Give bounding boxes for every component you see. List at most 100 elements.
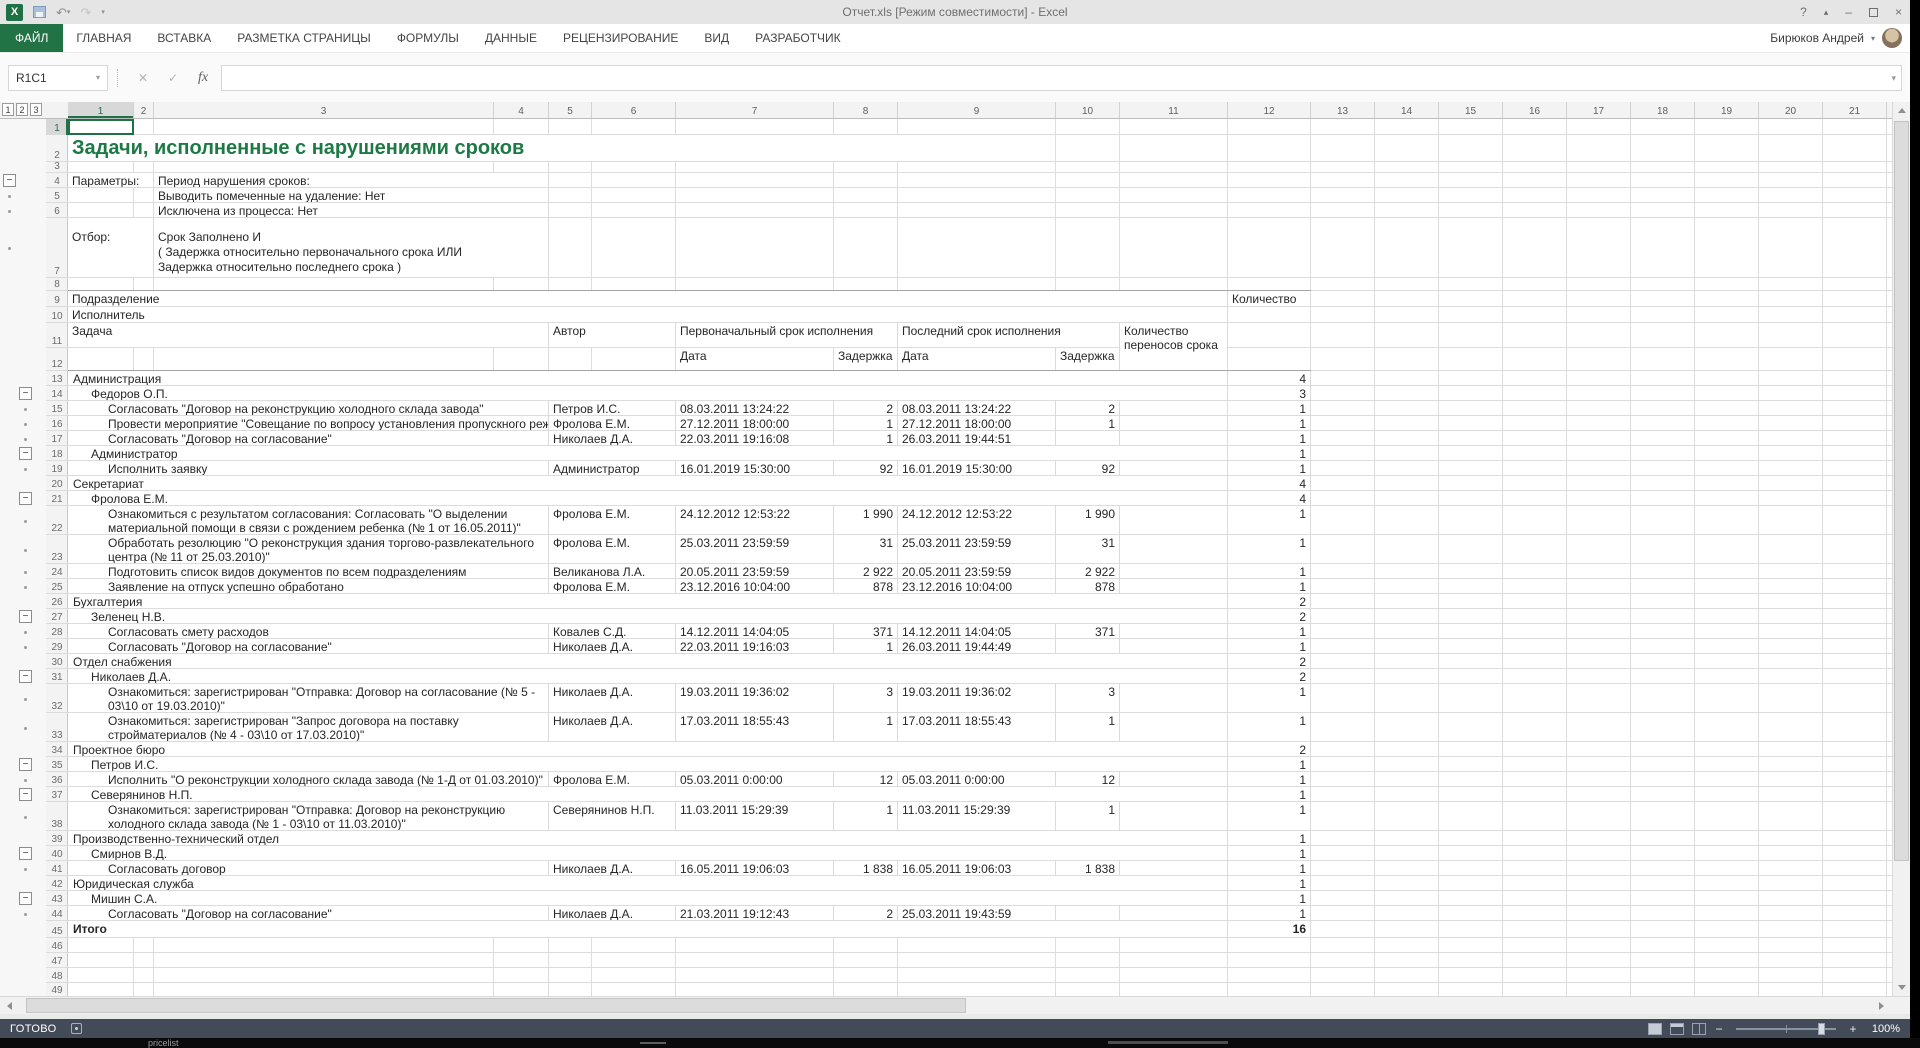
cell[interactable]: 1: [1228, 506, 1311, 535]
column-header-4[interactable]: 4: [494, 102, 549, 118]
cell[interactable]: 17.03.2011 18:55:43: [676, 713, 834, 742]
row-header-7[interactable]: 7: [46, 218, 68, 278]
row-header-25[interactable]: 25: [46, 579, 68, 594]
enter-icon[interactable]: ✓: [161, 71, 185, 85]
cell[interactable]: [1056, 906, 1120, 921]
excel-logo-icon[interactable]: X: [6, 3, 23, 21]
row-header-8[interactable]: 8: [46, 278, 68, 291]
cell[interactable]: 3: [1228, 386, 1311, 401]
undo-icon[interactable]: ↶ ▾: [56, 6, 70, 19]
ribbon-tab-РАЗМЕТКА СТРАНИЦЫ[interactable]: РАЗМЕТКА СТРАНИЦЫ: [224, 24, 384, 52]
cell[interactable]: 20.05.2011 23:59:59: [898, 564, 1056, 579]
cell[interactable]: Выводить помеченные на удаление: Нет: [154, 188, 549, 203]
cell[interactable]: 1: [1056, 416, 1120, 431]
cell[interactable]: Провести мероприятие "Совещание по вопро…: [68, 416, 549, 431]
row-header-5[interactable]: 5: [46, 188, 68, 203]
cell[interactable]: 1: [834, 639, 898, 654]
scroll-right-icon[interactable]: [1872, 997, 1890, 1014]
cell[interactable]: Николаев Д.А.: [549, 906, 676, 921]
cell[interactable]: 3: [1056, 684, 1120, 713]
cell[interactable]: 4: [1228, 476, 1311, 491]
cell[interactable]: Обработать резолюцию "О реконструкция зд…: [68, 535, 549, 564]
cell[interactable]: 371: [834, 624, 898, 639]
cell[interactable]: 3: [834, 684, 898, 713]
cell[interactable]: Количество переносов срока: [1120, 323, 1228, 352]
cell[interactable]: 878: [834, 579, 898, 594]
cell[interactable]: Согласовать "Договор на согласование": [68, 431, 549, 446]
vertical-scrollbar[interactable]: [1892, 102, 1910, 996]
cell[interactable]: 23.12.2016 10:04:00: [898, 579, 1056, 594]
cell[interactable]: Мишин С.А.: [68, 891, 1228, 906]
cell[interactable]: Заявление на отпуск успешно обработано: [68, 579, 549, 594]
row-header-33[interactable]: 33: [46, 713, 68, 742]
row-header-20[interactable]: 20: [46, 476, 68, 491]
cell[interactable]: 1: [1228, 535, 1311, 564]
cell[interactable]: Согласовать "Договор на реконструкцию хо…: [68, 401, 549, 416]
insert-function-icon[interactable]: fx: [191, 70, 215, 86]
cell[interactable]: 16.01.2019 15:30:00: [676, 461, 834, 476]
row-header-6[interactable]: 6: [46, 203, 68, 218]
cell[interactable]: 22.03.2011 19:16:08: [676, 431, 834, 446]
column-header-7[interactable]: 7: [676, 102, 834, 118]
cell[interactable]: Исключена из процесса: Нет: [154, 203, 549, 218]
cell[interactable]: Николаев Д.А.: [549, 639, 676, 654]
outline-collapse-icon[interactable]: −: [19, 892, 32, 905]
row-header-31[interactable]: 31: [46, 669, 68, 684]
cell[interactable]: Автор: [549, 323, 676, 348]
cell[interactable]: Согласовать "Договор на согласование": [68, 639, 549, 654]
cell[interactable]: 92: [1056, 461, 1120, 476]
row-header-29[interactable]: 29: [46, 639, 68, 654]
row-header-3[interactable]: 3: [46, 161, 68, 173]
cell[interactable]: 26.03.2011 19:44:49: [898, 639, 1056, 654]
cell[interactable]: Администратор: [549, 461, 676, 476]
row-header-19[interactable]: 19: [46, 461, 68, 476]
row-header-22[interactable]: 22: [46, 506, 68, 535]
column-header-17[interactable]: 17: [1567, 102, 1631, 118]
cell[interactable]: 1: [1228, 787, 1311, 802]
cell[interactable]: 31: [834, 535, 898, 564]
vertical-scroll-thumb[interactable]: [1894, 121, 1909, 861]
row-header-32[interactable]: 32: [46, 684, 68, 713]
cell[interactable]: Зеленец Н.В.: [68, 609, 1228, 624]
outline-collapse-icon[interactable]: −: [19, 847, 32, 860]
outline-level-button-3[interactable]: 3: [30, 103, 42, 116]
cell[interactable]: Отбор:: [68, 218, 154, 278]
cell[interactable]: 27.12.2011 18:00:00: [898, 416, 1056, 431]
cell[interactable]: 1: [1228, 401, 1311, 416]
row-header-4[interactable]: 4: [46, 173, 68, 188]
cell[interactable]: Параметры:: [68, 173, 154, 188]
scroll-left-icon[interactable]: [0, 997, 18, 1014]
row-header-44[interactable]: 44: [46, 906, 68, 921]
outline-collapse-icon[interactable]: −: [19, 610, 32, 623]
cell[interactable]: 1: [1228, 684, 1311, 713]
row-header-37[interactable]: 37: [46, 787, 68, 802]
outline-level-button-2[interactable]: 2: [16, 103, 28, 116]
cell[interactable]: Фролова Е.М.: [549, 772, 676, 787]
cell[interactable]: 2: [1056, 401, 1120, 416]
cell[interactable]: Дата: [898, 348, 1056, 371]
row-header-46[interactable]: 46: [46, 938, 68, 953]
cell[interactable]: 878: [1056, 579, 1120, 594]
ribbon-tab-РЕЦЕНЗИРОВАНИЕ[interactable]: РЕЦЕНЗИРОВАНИЕ: [550, 24, 691, 52]
outline-collapse-icon[interactable]: −: [19, 758, 32, 771]
row-header-24[interactable]: 24: [46, 564, 68, 579]
cell[interactable]: 1: [1228, 802, 1311, 831]
outline-collapse-icon[interactable]: −: [19, 670, 32, 683]
cell[interactable]: 1: [1228, 446, 1311, 461]
row-header-38[interactable]: 38: [46, 802, 68, 831]
cell[interactable]: 1: [1228, 579, 1311, 594]
cell[interactable]: 11.03.2011 15:29:39: [898, 802, 1056, 831]
zoom-level[interactable]: 100%: [1866, 1023, 1900, 1035]
ribbon-tab-ДАННЫЕ[interactable]: ДАННЫЕ: [472, 24, 550, 52]
cell[interactable]: 1 990: [1056, 506, 1120, 535]
ribbon-tab-ВСТАВКА[interactable]: ВСТАВКА: [144, 24, 224, 52]
ribbon-tab-ГЛАВНАЯ[interactable]: ГЛАВНАЯ: [63, 24, 144, 52]
expand-formula-bar-icon[interactable]: ▾: [1891, 73, 1896, 84]
cell[interactable]: Согласовать смету расходов: [68, 624, 549, 639]
cell[interactable]: 1 838: [1056, 861, 1120, 876]
zoom-slider-thumb[interactable]: [1818, 1022, 1825, 1035]
row-header-27[interactable]: 27: [46, 609, 68, 624]
cell[interactable]: Последний срок исполнения: [898, 323, 1120, 348]
cell[interactable]: Администрация: [68, 371, 1228, 386]
row-header-49[interactable]: 49: [46, 983, 68, 996]
